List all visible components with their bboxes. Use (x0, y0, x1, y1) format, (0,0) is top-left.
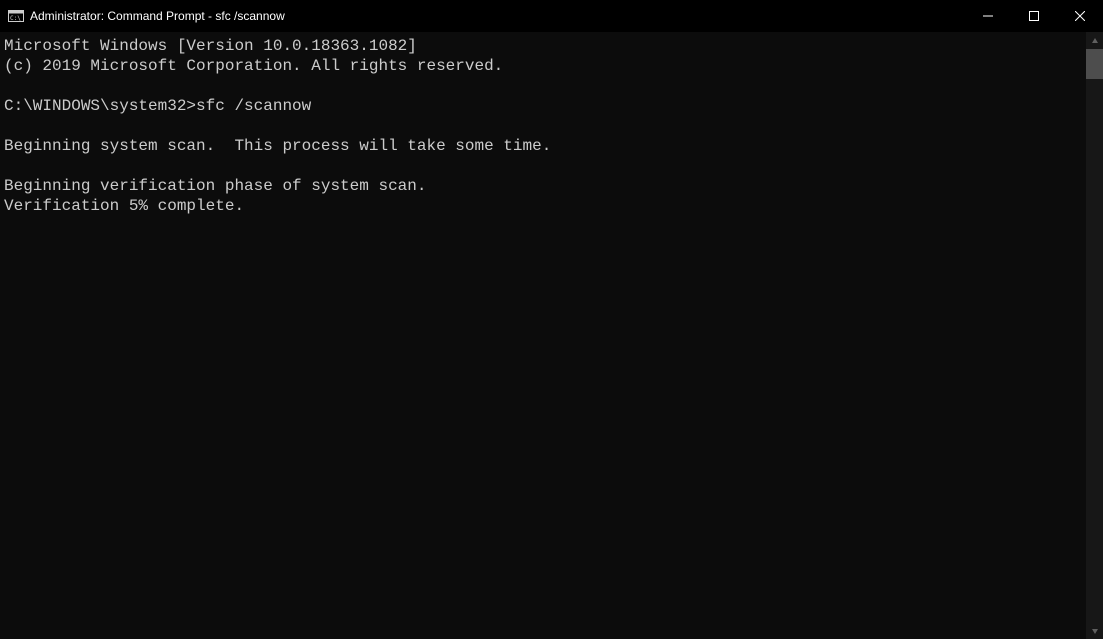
verification-progress-line: Verification 5% complete. (4, 196, 1082, 216)
titlebar[interactable]: C:\ Administrator: Command Prompt - sfc … (0, 0, 1103, 32)
vertical-scrollbar[interactable] (1086, 32, 1103, 639)
copyright-line: (c) 2019 Microsoft Corporation. All righ… (4, 56, 1082, 76)
verification-start-line: Beginning verification phase of system s… (4, 176, 1082, 196)
scroll-up-arrow-icon[interactable] (1086, 32, 1103, 49)
scroll-down-arrow-icon[interactable] (1086, 622, 1103, 639)
window-title: Administrator: Command Prompt - sfc /sca… (30, 9, 285, 23)
scan-start-line: Beginning system scan. This process will… (4, 136, 1082, 156)
scroll-track[interactable] (1086, 49, 1103, 639)
blank-line (4, 156, 1082, 176)
svg-text:C:\: C:\ (10, 15, 21, 22)
blank-line (4, 76, 1082, 96)
prompt-path: C:\WINDOWS\system32> (4, 97, 196, 115)
maximize-button[interactable] (1011, 0, 1057, 32)
blank-line (4, 116, 1082, 136)
minimize-button[interactable] (965, 0, 1011, 32)
version-line: Microsoft Windows [Version 10.0.18363.10… (4, 36, 1082, 56)
command-text: sfc /scannow (196, 97, 311, 115)
window-controls (965, 0, 1103, 32)
scroll-thumb[interactable] (1086, 49, 1103, 79)
terminal-output[interactable]: Microsoft Windows [Version 10.0.18363.10… (0, 32, 1086, 639)
content-area: Microsoft Windows [Version 10.0.18363.10… (0, 32, 1103, 639)
cmd-icon: C:\ (8, 8, 24, 24)
close-button[interactable] (1057, 0, 1103, 32)
prompt-line: C:\WINDOWS\system32>sfc /scannow (4, 96, 1082, 116)
